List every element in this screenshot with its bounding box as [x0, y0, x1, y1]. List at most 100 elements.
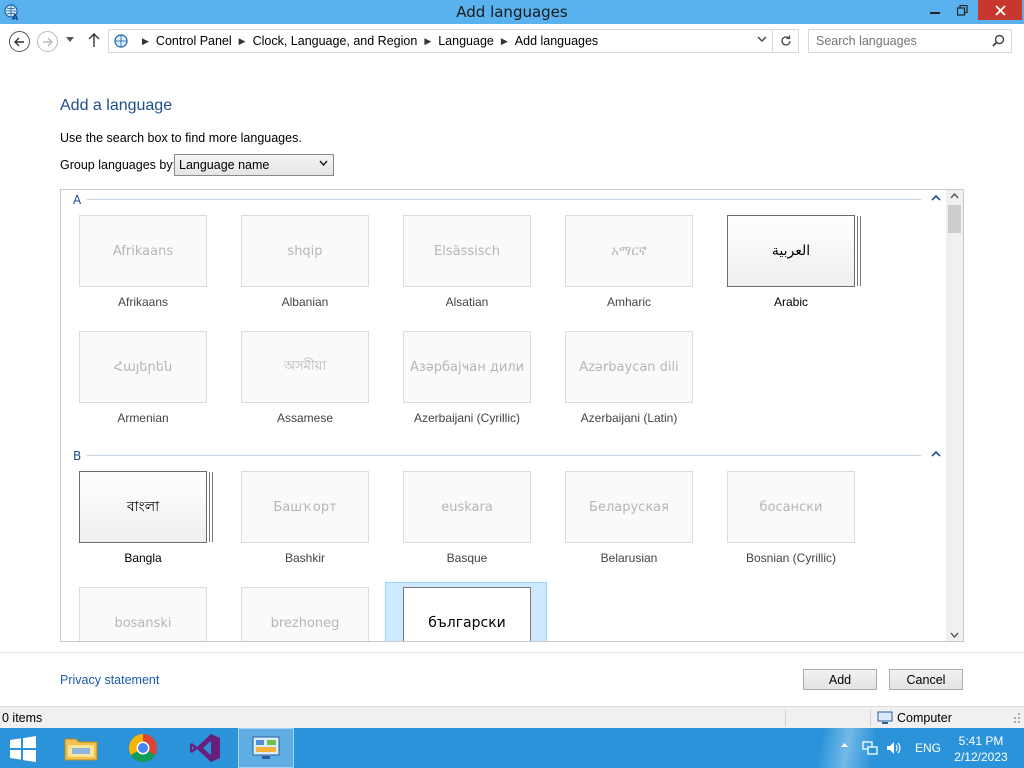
section-divider — [87, 455, 921, 456]
language-name: Albanian — [281, 295, 329, 309]
language-tile-alsatian[interactable]: Elsässisch Alsatian — [386, 215, 548, 337]
cancel-button[interactable]: Cancel — [889, 669, 963, 690]
address-bar[interactable]: ▶ Control Panel ▶ Clock, Language, and R… — [108, 29, 773, 53]
chevron-up-icon[interactable] — [931, 450, 941, 457]
clock-time: 5:41 PM — [958, 734, 1004, 748]
language-tile-azerbaijani-cyrillic[interactable]: Азәрбајҹан дили Azerbaijani (Cyrillic) — [386, 331, 548, 453]
breadcrumb-separator-icon[interactable]: ▶ — [239, 36, 246, 47]
language-name: Assamese — [276, 411, 334, 425]
breadcrumb-language[interactable]: Language — [438, 34, 494, 48]
language-name: Afrikaans — [117, 295, 169, 309]
resize-grip-icon[interactable] — [1011, 712, 1021, 724]
vertical-scrollbar[interactable] — [946, 190, 963, 641]
forward-button[interactable] — [37, 31, 58, 52]
refresh-button[interactable] — [773, 29, 799, 53]
chevron-down-icon[interactable] — [757, 36, 767, 43]
breadcrumb: ▶ Control Panel ▶ Clock, Language, and R… — [135, 34, 598, 48]
section-letter: A — [73, 193, 82, 207]
language-tile-arabic[interactable]: العربية Arabic — [710, 215, 872, 337]
language-tile-breton[interactable]: brezhoneg — [224, 587, 386, 641]
scrollbar-thumb[interactable] — [948, 205, 961, 233]
title-bar: A Add languages — [0, 0, 1024, 24]
language-name: Armenian — [117, 411, 169, 425]
navigation-bar: ▶ Control Panel ▶ Clock, Language, and R… — [0, 24, 1024, 60]
minimize-icon — [930, 12, 940, 14]
language-tile-amharic[interactable]: አማርኛ Amharic — [548, 215, 710, 337]
instruction-text: Use the search box to find more language… — [60, 131, 302, 145]
language-name: Basque — [446, 551, 488, 565]
forward-arrow-icon — [43, 37, 53, 46]
windows-start-icon[interactable] — [8, 736, 38, 762]
language-name: Arabic — [773, 295, 808, 309]
scroll-down-arrow-icon[interactable] — [950, 632, 959, 638]
language-native-name: bosanski — [79, 587, 207, 641]
add-button[interactable]: Add — [803, 669, 877, 690]
breadcrumb-add-languages[interactable]: Add languages — [515, 34, 598, 48]
language-native-name: Հայերեն — [79, 331, 207, 403]
taskbar: ENG 5:41 PM 2/12/2023 — [0, 728, 1024, 768]
scroll-up-arrow-icon[interactable] — [950, 193, 959, 199]
language-tile-albanian[interactable]: shqip Albanian — [224, 215, 386, 337]
language-native-name: Azərbaycan dili — [565, 331, 693, 403]
language-native-name: Afrikaans — [79, 215, 207, 287]
section-letter: B — [73, 449, 82, 463]
language-name: Amharic — [606, 295, 651, 309]
search-input[interactable] — [809, 30, 989, 52]
language-tile-bangla[interactable]: বাংলা Bangla — [62, 471, 224, 593]
language-native-name: euskara — [403, 471, 531, 543]
chevron-up-icon[interactable] — [931, 194, 941, 201]
language-tile-armenian[interactable]: Հայերեն Armenian — [62, 331, 224, 453]
status-divider — [785, 709, 786, 726]
restore-button[interactable] — [948, 0, 976, 20]
breadcrumb-clock-language-region[interactable]: Clock, Language, and Region — [253, 34, 418, 48]
language-name: Alsatian — [445, 295, 489, 309]
language-tile-assamese[interactable]: অসমীয়া Assamese — [224, 331, 386, 453]
language-native-name: brezhoneg — [241, 587, 369, 641]
restore-icon — [956, 4, 968, 16]
section-divider — [87, 199, 921, 200]
security-zone: Computer — [897, 711, 952, 725]
close-icon — [994, 4, 1006, 16]
taskbar-visual-studio[interactable] — [177, 728, 233, 768]
volume-icon[interactable] — [886, 740, 902, 756]
language-native-name: Азәрбајҹан дили — [403, 331, 531, 403]
recent-locations-dropdown-icon[interactable] — [66, 37, 74, 42]
language-tile-bulgarian[interactable]: български — [385, 582, 547, 641]
system-clock[interactable]: 5:41 PM 2/12/2023 — [948, 733, 1014, 765]
language-tile-bosnian-latin[interactable]: bosanski — [62, 587, 224, 641]
close-button[interactable] — [978, 0, 1022, 20]
input-language-indicator[interactable]: ENG — [915, 741, 941, 755]
language-tile-basque[interactable]: euskara Basque — [386, 471, 548, 593]
network-icon[interactable] — [862, 740, 878, 756]
taskbar-file-explorer[interactable] — [53, 728, 109, 768]
language-native-name: Беларуская — [565, 471, 693, 543]
language-name: Bangla — [124, 551, 162, 565]
language-name: Bashkir — [284, 551, 325, 565]
language-tile-belarusian[interactable]: Беларуская Belarusian — [548, 471, 710, 593]
breadcrumb-separator-icon[interactable]: ▶ — [501, 36, 508, 47]
taskbar-chrome[interactable] — [115, 728, 171, 768]
language-native-name: босански — [727, 471, 855, 543]
language-tile-bashkir[interactable]: Башҡорт Bashkir — [224, 471, 386, 593]
chevron-down-icon — [319, 160, 328, 167]
taskbar-control-panel[interactable] — [238, 728, 294, 768]
language-tile-afrikaans[interactable]: Afrikaans Afrikaans — [62, 215, 224, 337]
minimize-button[interactable] — [920, 0, 950, 20]
group-by-value: Language name — [179, 158, 270, 172]
dialog-footer: Privacy statement Add Cancel — [0, 652, 1024, 706]
language-tile-azerbaijani-latin[interactable]: Azərbaycan dili Azerbaijani (Latin) — [548, 331, 710, 453]
show-hidden-icons-icon[interactable] — [840, 742, 849, 748]
back-arrow-icon — [14, 37, 24, 46]
breadcrumb-control-panel[interactable]: Control Panel — [156, 34, 232, 48]
back-button[interactable] — [9, 31, 30, 52]
breadcrumb-separator-icon[interactable]: ▶ — [424, 36, 431, 47]
page-title: Add a language — [60, 97, 173, 114]
up-arrow-icon[interactable] — [88, 33, 100, 47]
privacy-statement-link[interactable]: Privacy statement — [60, 673, 159, 687]
search-box[interactable] — [808, 29, 1012, 53]
group-by-select[interactable]: Language name — [174, 154, 334, 176]
breadcrumb-separator-icon[interactable]: ▶ — [142, 36, 149, 47]
language-name: Belarusian — [600, 551, 658, 565]
search-icon[interactable] — [992, 34, 1005, 47]
language-tile-bosnian-cyrillic[interactable]: босански Bosnian (Cyrillic) — [710, 471, 872, 593]
